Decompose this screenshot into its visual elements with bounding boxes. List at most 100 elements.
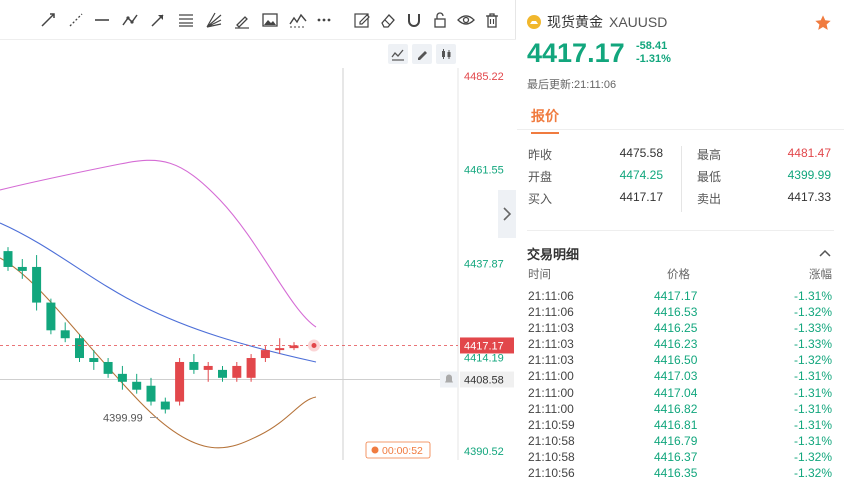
trade-change: -1.32%	[793, 466, 832, 479]
magnet-icon	[408, 14, 420, 27]
trade-row: 21:11:06 4416.53 -1.32%	[517, 304, 844, 320]
trade-price: 4416.35	[654, 466, 698, 479]
lock-tool[interactable]	[430, 10, 450, 30]
candle-body	[103, 361, 113, 374]
last-update-time: 最后更新:21:11:06	[527, 79, 617, 91]
candle-body	[32, 266, 42, 303]
polyline-tool[interactable]	[120, 10, 140, 30]
price-scale-label: 4390.52	[464, 446, 504, 458]
edit-tool[interactable]	[352, 10, 372, 30]
trash-icon	[486, 13, 498, 28]
polyline-icon	[122, 14, 138, 26]
pattern-tool[interactable]	[288, 10, 308, 30]
countdown-label: 00:00:52	[382, 445, 423, 457]
trade-row: 21:11:06 4417.17 -1.31%	[517, 288, 844, 304]
trade-time: 21:11:03	[528, 321, 574, 336]
trade-change: -1.31%	[793, 401, 832, 416]
trade-time: 21:11:00	[528, 385, 574, 400]
visibility-icon	[457, 15, 475, 25]
tab-quote[interactable]: 报价	[531, 106, 559, 134]
candle-body	[89, 358, 99, 362]
symbol-code: XAUUSD	[609, 14, 668, 30]
candlestick-chart[interactable]: 4399.99 4485.22 4461.55 4437.87 4414.19 4390.…	[0, 40, 516, 479]
fan-tool[interactable]	[204, 10, 224, 30]
chevron-up-icon[interactable]	[818, 246, 832, 260]
drawing-toolbar	[0, 0, 516, 40]
trade-time: 21:10:58	[528, 449, 575, 464]
stat-label: 昨收	[528, 148, 553, 162]
arrow-line-tool[interactable]	[148, 10, 168, 30]
trade-row: 21:10:59 4416.81 -1.31%	[517, 417, 844, 433]
trade-change: -1.32%	[793, 305, 832, 320]
visibility-tool[interactable]	[456, 10, 476, 30]
symbol-name: 现货黄金	[547, 14, 603, 30]
price-scale-label: 4437.87	[464, 259, 504, 271]
symbol-header: 现货黄金 XAUUSD	[527, 12, 667, 32]
eraser-tool[interactable]	[378, 10, 398, 30]
chart-panel: 4399.99 4485.22 4461.55 4437.87 4414.19 4390.…	[0, 0, 516, 479]
lock-icon	[434, 12, 446, 28]
trade-price: 4416.50	[654, 353, 698, 368]
horizontal-line-icon	[95, 19, 109, 21]
price-change: -58.41 -1.31%	[636, 40, 671, 66]
chevron-right-icon	[503, 207, 512, 221]
trade-change: -1.32%	[793, 353, 832, 368]
trade-time: 21:11:03	[528, 353, 574, 368]
candle-body	[60, 330, 70, 339]
trade-row: 21:10:56 4416.35 -1.32%	[517, 465, 844, 479]
brush-tool[interactable]	[232, 10, 252, 30]
image-icon	[262, 13, 278, 27]
ray-line-tool[interactable]	[66, 10, 86, 30]
candle-body	[275, 348, 285, 351]
eraser-icon	[381, 14, 395, 28]
candle-body	[189, 361, 199, 370]
fibonacci-tool[interactable]	[176, 10, 196, 30]
trade-row: 21:11:03 4416.25 -1.33%	[517, 320, 844, 336]
candle-body	[232, 365, 242, 378]
current-price: 4417.17	[527, 38, 625, 68]
trash-tool[interactable]	[482, 10, 502, 30]
candle-body	[175, 361, 185, 402]
pattern-icon	[289, 13, 307, 28]
trade-time: 21:11:00	[528, 369, 574, 384]
candle-body	[160, 401, 170, 410]
image-tool[interactable]	[260, 10, 280, 30]
trade-price: 4416.82	[654, 401, 698, 416]
trade-time: 21:11:06	[528, 289, 574, 303]
stat-value: 4475.58	[619, 146, 663, 160]
trade-price: 4416.37	[654, 449, 698, 464]
stat-label: 最高	[697, 148, 722, 162]
stats-divider	[681, 146, 682, 212]
edit-icon	[354, 13, 370, 28]
candle-body	[246, 358, 256, 378]
trend-line-icon	[41, 13, 55, 27]
trade-time: 21:10:56	[528, 466, 575, 479]
trade-change: -1.31%	[793, 289, 832, 303]
section-divider	[527, 230, 834, 231]
middle-band-line	[0, 222, 317, 363]
trade-time: 21:10:59	[528, 417, 575, 432]
trade-price: 4417.17	[654, 289, 698, 303]
stat-value: 4417.17	[619, 190, 663, 204]
price-scale-label: 4414.19	[464, 352, 504, 364]
candle-body	[132, 381, 142, 390]
price-scale-label: 4461.55	[464, 165, 504, 177]
price-dot	[311, 342, 317, 348]
column-price: 价格	[667, 269, 690, 281]
stat-value: 4399.99	[787, 168, 831, 182]
quote-tabs: 报价	[517, 98, 844, 134]
fibonacci-icon	[179, 14, 193, 27]
stat-value: 4481.47	[787, 146, 831, 160]
trade-price: 4417.04	[654, 385, 698, 400]
side-panel-toggle[interactable]	[498, 190, 516, 238]
column-time: 时间	[528, 269, 551, 281]
upper-band-line	[0, 159, 317, 328]
magnet-tool[interactable]	[404, 10, 424, 30]
trade-price: 4416.25	[654, 321, 698, 336]
trend-line-tool[interactable]	[38, 10, 58, 30]
trade-price: 4416.53	[654, 305, 698, 320]
more-tool[interactable]	[314, 10, 334, 30]
candle-body	[46, 302, 56, 331]
favorite-star-icon[interactable]	[814, 14, 832, 32]
horizontal-line-tool[interactable]	[92, 10, 112, 30]
